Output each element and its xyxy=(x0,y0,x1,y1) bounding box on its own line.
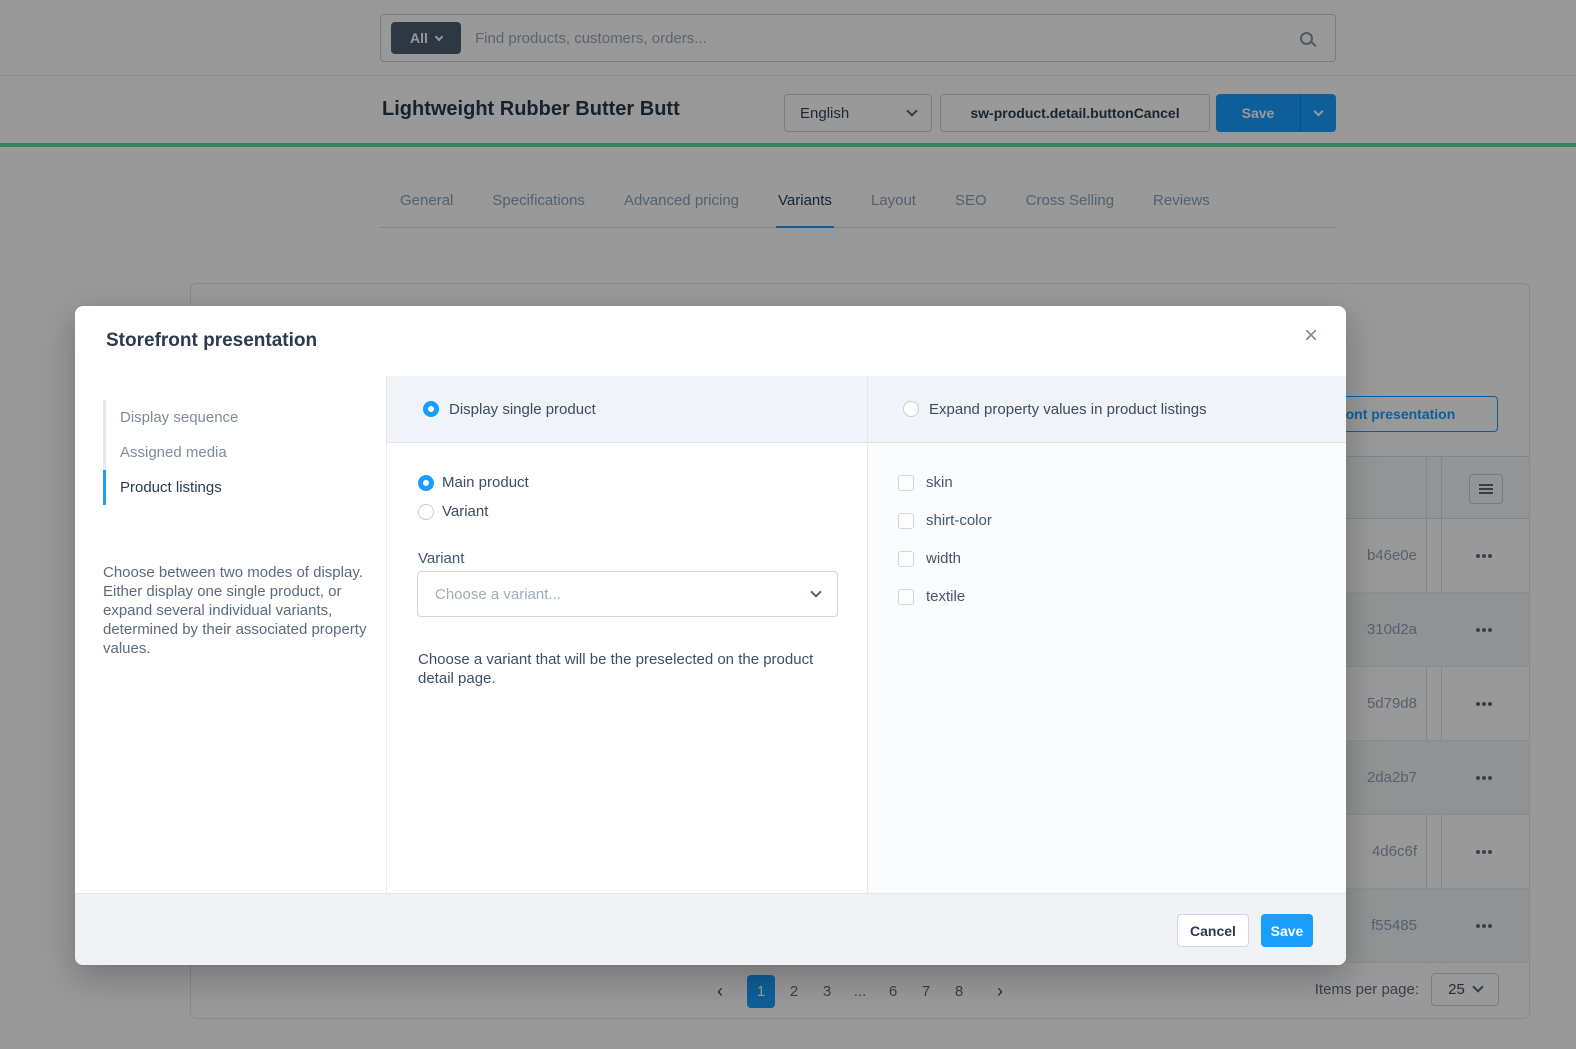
checkbox-width-label: width xyxy=(926,550,961,567)
radio-expand-property-values[interactable] xyxy=(903,401,919,417)
variant-helper-text: Choose a variant that will be the presel… xyxy=(418,650,818,688)
option-main-product: Main product xyxy=(418,474,529,491)
checkbox-skin-label: skin xyxy=(926,474,953,491)
modal-header: Storefront presentation × xyxy=(75,306,1346,376)
checkbox-shirt-color-label: shirt-color xyxy=(926,512,992,529)
radio-display-single-product[interactable] xyxy=(423,401,439,417)
radio-variant[interactable] xyxy=(418,504,434,520)
modal-footer: Cancel Save xyxy=(75,893,1346,965)
radio-expand-property-values-label: Expand property values in product listin… xyxy=(929,401,1207,418)
radio-display-single-product-label: Display single product xyxy=(449,401,596,418)
radio-variant-label: Variant xyxy=(442,503,488,520)
expand-properties-panel-header: Expand property values in product listin… xyxy=(868,376,1346,443)
checkbox-width[interactable] xyxy=(898,551,914,567)
nav-item-product-listings[interactable]: Product listings xyxy=(103,470,353,505)
modal-nav: Display sequence Assigned media Product … xyxy=(103,400,353,505)
chevron-down-icon xyxy=(810,586,821,597)
expand-properties-panel: Expand property values in product listin… xyxy=(868,376,1346,893)
property-option-width: width xyxy=(898,550,961,567)
property-option-skin: skin xyxy=(898,474,953,491)
checkbox-shirt-color[interactable] xyxy=(898,513,914,529)
cancel-button[interactable]: Cancel xyxy=(1177,914,1249,947)
nav-item-assigned-media[interactable]: Assigned media xyxy=(103,435,353,470)
nav-item-display-sequence[interactable]: Display sequence xyxy=(103,400,353,435)
save-button[interactable]: Save xyxy=(1261,914,1313,947)
storefront-presentation-modal: Storefront presentation × Display sequen… xyxy=(75,306,1346,965)
checkbox-textile-label: textile xyxy=(926,588,965,605)
variant-select-placeholder: Choose a variant... xyxy=(435,586,561,603)
single-product-panel: Display single product Main product Vari… xyxy=(387,376,868,893)
checkbox-skin[interactable] xyxy=(898,475,914,491)
option-variant: Variant xyxy=(418,503,488,520)
single-product-panel-header: Display single product xyxy=(387,376,867,443)
modal-body: Display sequence Assigned media Product … xyxy=(75,376,1346,893)
variant-field-label: Variant xyxy=(418,550,464,567)
property-option-shirt-color: shirt-color xyxy=(898,512,992,529)
property-option-textile: textile xyxy=(898,588,965,605)
radio-main-product-label: Main product xyxy=(442,474,529,491)
radio-main-product[interactable] xyxy=(418,475,434,491)
close-icon[interactable]: × xyxy=(1304,324,1318,348)
variant-select[interactable]: Choose a variant... xyxy=(417,571,838,617)
modal-title: Storefront presentation xyxy=(106,330,317,352)
modal-sidebar: Display sequence Assigned media Product … xyxy=(75,376,387,893)
checkbox-textile[interactable] xyxy=(898,589,914,605)
mode-description: Choose between two modes of display. Eit… xyxy=(103,563,373,658)
admin-screen: All Lightweight Rubber Butter Butt Engli… xyxy=(0,0,1576,1049)
